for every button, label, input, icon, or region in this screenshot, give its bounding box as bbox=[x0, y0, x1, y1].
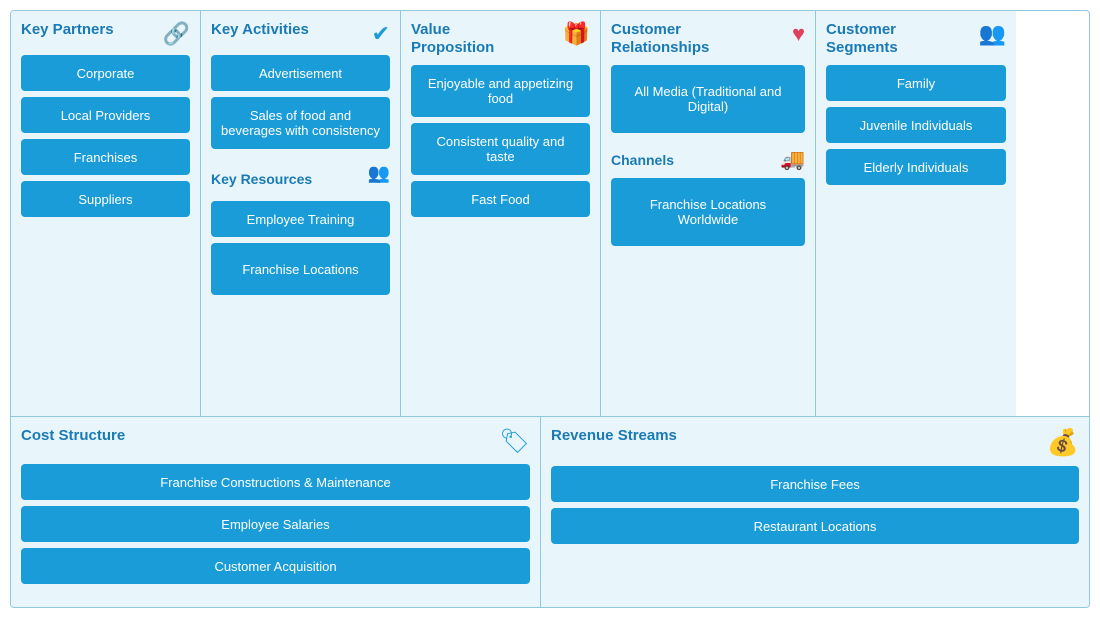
key-activities-section: Key Activities ✔ Advertisement Sales of … bbox=[201, 11, 401, 416]
value-proposition-title: ValueProposition bbox=[411, 21, 494, 57]
card-advertisement: Advertisement bbox=[211, 55, 390, 91]
card-all-media: All Media (Traditional and Digital) bbox=[611, 65, 805, 133]
card-fast-food: Fast Food bbox=[411, 181, 590, 217]
card-local-providers: Local Providers bbox=[21, 97, 190, 133]
customer-relationships-section: CustomerRelationships ♥ All Media (Tradi… bbox=[601, 11, 816, 416]
card-corporate: Corporate bbox=[21, 55, 190, 91]
card-family: Family bbox=[826, 65, 1006, 101]
cost-structure-icon: 🏷 bbox=[500, 427, 530, 456]
customer-segments-icon: 👥 bbox=[979, 21, 1006, 47]
channels-title: Channels bbox=[611, 152, 674, 168]
card-employee-training: Employee Training bbox=[211, 201, 390, 237]
revenue-streams-title: Revenue Streams bbox=[551, 427, 677, 445]
key-partners-header: Key Partners 🔗 bbox=[21, 21, 190, 47]
card-elderly: Elderly Individuals bbox=[826, 149, 1006, 185]
top-row: Key Partners 🔗 Corporate Local Providers… bbox=[11, 11, 1089, 417]
key-partners-icon: 🔗 bbox=[163, 21, 190, 47]
card-sales: Sales of food and beverages with consist… bbox=[211, 97, 390, 149]
card-franchise-fees: Franchise Fees bbox=[551, 466, 1079, 502]
card-restaurant-locations: Restaurant Locations bbox=[551, 508, 1079, 544]
customer-segments-section: CustomerSegments 👥 Family Juvenile Indiv… bbox=[816, 11, 1016, 416]
key-activities-title: Key Activities bbox=[211, 21, 309, 39]
customer-relationships-title: CustomerRelationships bbox=[611, 21, 709, 57]
card-consistent: Consistent quality and taste bbox=[411, 123, 590, 175]
customer-segments-title: CustomerSegments bbox=[826, 21, 898, 57]
customer-relationships-icon: ♥ bbox=[792, 21, 805, 47]
card-enjoyable: Enjoyable and appetizing food bbox=[411, 65, 590, 117]
value-proposition-section: ValueProposition 🎁 Enjoyable and appetiz… bbox=[401, 11, 601, 416]
channels-icon: 🚚 bbox=[780, 147, 805, 172]
key-partners-title: Key Partners bbox=[21, 21, 114, 39]
customer-relationships-header: CustomerRelationships ♥ bbox=[611, 21, 805, 57]
card-franchise-locations-res: Franchise Locations bbox=[211, 243, 390, 295]
bottom-row: Cost Structure 🏷 Franchise Constructions… bbox=[11, 417, 1089, 607]
canvas: Key Partners 🔗 Corporate Local Providers… bbox=[10, 10, 1090, 608]
value-proposition-header: ValueProposition 🎁 bbox=[411, 21, 590, 57]
card-franchises: Franchises bbox=[21, 139, 190, 175]
cost-structure-section: Cost Structure 🏷 Franchise Constructions… bbox=[11, 417, 541, 607]
key-activities-header: Key Activities ✔ bbox=[211, 21, 390, 47]
key-partners-section: Key Partners 🔗 Corporate Local Providers… bbox=[11, 11, 201, 416]
value-proposition-icon: 🎁 bbox=[563, 21, 590, 47]
revenue-streams-header: Revenue Streams 💰 bbox=[551, 427, 1079, 458]
card-juvenile: Juvenile Individuals bbox=[826, 107, 1006, 143]
revenue-streams-icon: 💰 bbox=[1047, 427, 1079, 458]
revenue-streams-section: Revenue Streams 💰 Franchise Fees Restaur… bbox=[541, 417, 1089, 607]
key-resources-title: Key Resources bbox=[211, 171, 312, 187]
card-franchise-locations-ch: Franchise Locations Worldwide bbox=[611, 178, 805, 246]
card-employee-salaries: Employee Salaries bbox=[21, 506, 530, 542]
key-resources-icon: 👥 bbox=[368, 163, 390, 184]
customer-segments-header: CustomerSegments 👥 bbox=[826, 21, 1006, 57]
cost-structure-header: Cost Structure 🏷 bbox=[21, 427, 530, 456]
key-resources-header: Key Resources 👥 bbox=[211, 163, 390, 193]
key-activities-icon: ✔ bbox=[372, 21, 390, 47]
channels-header: Channels 🚚 bbox=[611, 147, 805, 172]
cost-structure-title: Cost Structure bbox=[21, 427, 125, 445]
card-suppliers: Suppliers bbox=[21, 181, 190, 217]
card-customer-acquisition: Customer Acquisition bbox=[21, 548, 530, 584]
card-franchise-constructions: Franchise Constructions & Maintenance bbox=[21, 464, 530, 500]
